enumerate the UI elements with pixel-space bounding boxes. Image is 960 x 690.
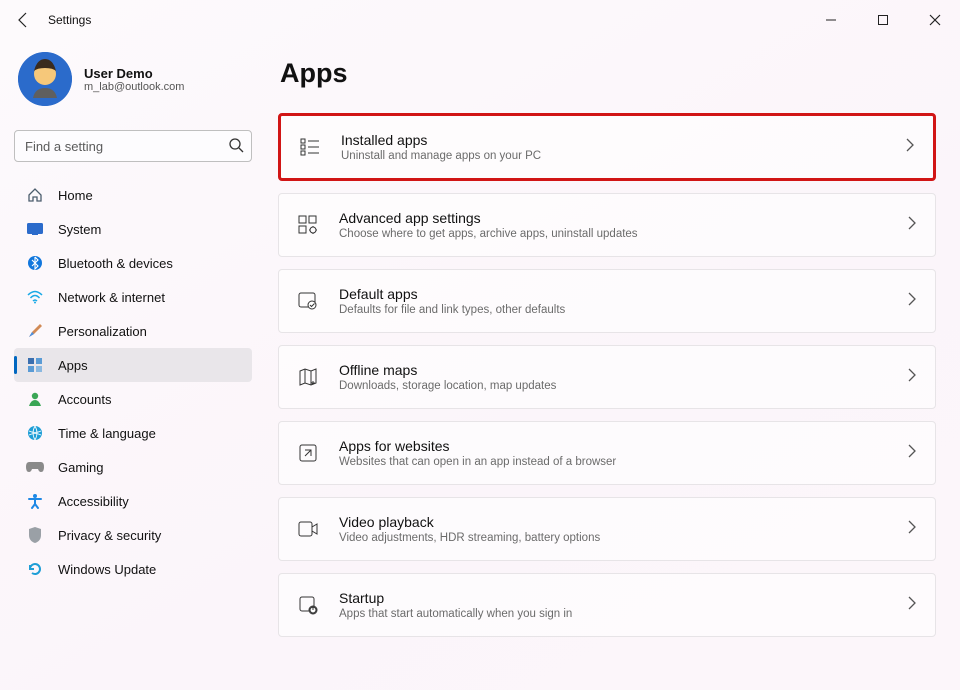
settings-cards: Installed apps Uninstall and manage apps… <box>278 113 936 645</box>
card-subtitle: Video adjustments, HDR streaming, batter… <box>339 532 887 544</box>
sidebar-item-label: Windows Update <box>58 562 156 577</box>
main-content: Apps Installed apps Uninstall and manage… <box>262 40 960 690</box>
home-icon <box>26 186 44 204</box>
sidebar-item-label: Accounts <box>58 392 111 407</box>
sidebar-item-bluetooth[interactable]: Bluetooth & devices <box>14 246 252 280</box>
window-title: Settings <box>48 13 91 27</box>
gamepad-icon <box>26 458 44 476</box>
person-icon <box>26 390 44 408</box>
maximize-button[interactable] <box>866 6 900 34</box>
card-title: Installed apps <box>341 132 885 148</box>
card-video-playback[interactable]: Video playback Video adjustments, HDR st… <box>278 497 936 561</box>
sidebar-item-label: Home <box>58 188 93 203</box>
search-box <box>14 130 252 162</box>
card-subtitle: Defaults for file and link types, other … <box>339 304 887 316</box>
sidebar-item-time[interactable]: Time & language <box>14 416 252 450</box>
offline-maps-icon <box>297 366 319 388</box>
search-icon[interactable] <box>228 137 244 158</box>
chevron-right-icon <box>905 138 915 157</box>
bluetooth-icon <box>26 254 44 272</box>
close-button[interactable] <box>918 6 952 34</box>
sidebar-item-network[interactable]: Network & internet <box>14 280 252 314</box>
card-default-apps[interactable]: Default apps Defaults for file and link … <box>278 269 936 333</box>
advanced-settings-icon <box>297 214 319 236</box>
card-title: Advanced app settings <box>339 210 887 226</box>
paintbrush-icon <box>26 322 44 340</box>
chevron-right-icon <box>907 520 917 539</box>
card-subtitle: Websites that can open in an app instead… <box>339 456 887 468</box>
card-title: Offline maps <box>339 362 887 378</box>
sidebar-item-label: Network & internet <box>58 290 165 305</box>
installed-apps-icon <box>299 136 321 158</box>
sidebar-item-label: Accessibility <box>58 494 129 509</box>
card-title: Default apps <box>339 286 887 302</box>
apps-icon <box>26 356 44 374</box>
card-offline-maps[interactable]: Offline maps Downloads, storage location… <box>278 345 936 409</box>
card-advanced-settings[interactable]: Advanced app settings Choose where to ge… <box>278 193 936 257</box>
card-subtitle: Apps that start automatically when you s… <box>339 608 887 620</box>
default-apps-icon <box>297 290 319 312</box>
sidebar-item-home[interactable]: Home <box>14 178 252 212</box>
window-controls <box>814 6 952 34</box>
apps-for-websites-icon <box>297 442 319 464</box>
sidebar-item-gaming[interactable]: Gaming <box>14 450 252 484</box>
user-block[interactable]: User Demo m_lab@outlook.com <box>14 48 252 110</box>
sidebar-item-privacy[interactable]: Privacy & security <box>14 518 252 552</box>
sidebar-item-personalization[interactable]: Personalization <box>14 314 252 348</box>
globe-icon <box>26 424 44 442</box>
sidebar-item-label: Apps <box>58 358 88 373</box>
chevron-right-icon <box>907 216 917 235</box>
sidebar-item-label: System <box>58 222 101 237</box>
sidebar-item-update[interactable]: Windows Update <box>14 552 252 586</box>
sidebar: User Demo m_lab@outlook.com Home System … <box>0 40 262 690</box>
chevron-right-icon <box>907 596 917 615</box>
sidebar-item-accounts[interactable]: Accounts <box>14 382 252 416</box>
sidebar-item-label: Gaming <box>58 460 104 475</box>
chevron-right-icon <box>907 368 917 387</box>
sidebar-item-label: Privacy & security <box>58 528 161 543</box>
sidebar-item-system[interactable]: System <box>14 212 252 246</box>
sidebar-item-label: Personalization <box>58 324 147 339</box>
avatar <box>18 52 72 106</box>
card-title: Startup <box>339 590 887 606</box>
startup-icon <box>297 594 319 616</box>
chevron-right-icon <box>907 292 917 311</box>
chevron-right-icon <box>907 444 917 463</box>
back-arrow-icon[interactable] <box>16 12 32 28</box>
sidebar-item-apps[interactable]: Apps <box>14 348 252 382</box>
card-subtitle: Choose where to get apps, archive apps, … <box>339 228 887 240</box>
card-startup[interactable]: Startup Apps that start automatically wh… <box>278 573 936 637</box>
nav: Home System Bluetooth & devices Network … <box>14 178 252 586</box>
sidebar-item-label: Bluetooth & devices <box>58 256 173 271</box>
sidebar-item-accessibility[interactable]: Accessibility <box>14 484 252 518</box>
wifi-icon <box>26 288 44 306</box>
card-subtitle: Downloads, storage location, map updates <box>339 380 887 392</box>
card-subtitle: Uninstall and manage apps on your PC <box>341 150 885 162</box>
accessibility-icon <box>26 492 44 510</box>
sidebar-item-label: Time & language <box>58 426 156 441</box>
system-icon <box>26 220 44 238</box>
user-email: m_lab@outlook.com <box>84 81 184 93</box>
user-name: User Demo <box>84 66 184 81</box>
minimize-button[interactable] <box>814 6 848 34</box>
search-input[interactable] <box>14 130 252 162</box>
shield-icon <box>26 526 44 544</box>
video-playback-icon <box>297 518 319 540</box>
card-apps-for-websites[interactable]: Apps for websites Websites that can open… <box>278 421 936 485</box>
update-icon <box>26 560 44 578</box>
page-title: Apps <box>280 58 936 89</box>
card-title: Video playback <box>339 514 887 530</box>
card-installed-apps[interactable]: Installed apps Uninstall and manage apps… <box>278 113 936 181</box>
card-title: Apps for websites <box>339 438 887 454</box>
